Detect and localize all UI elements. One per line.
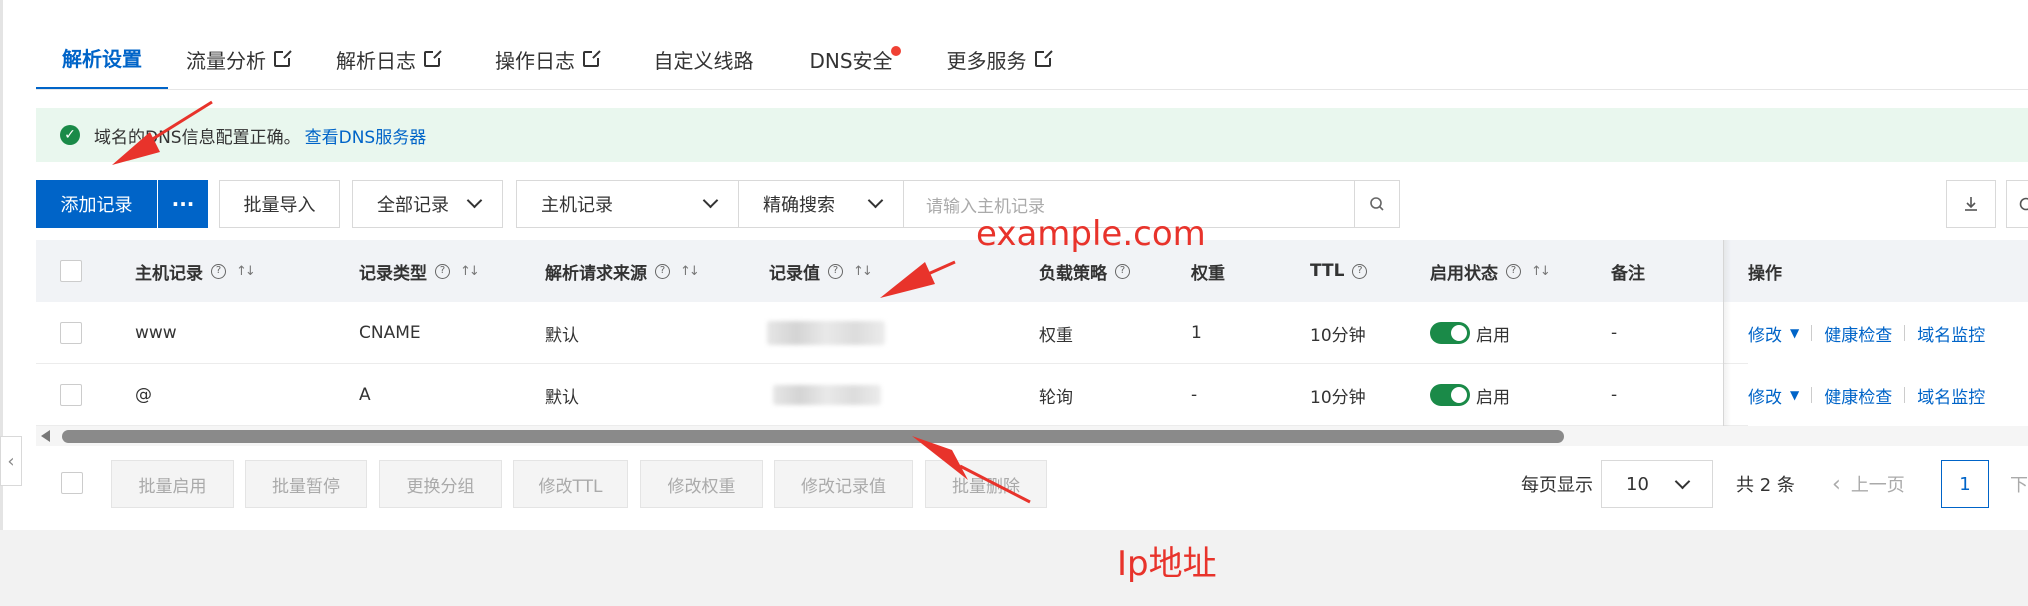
arrow-to-ip-value <box>912 436 1031 504</box>
arrow-to-add-button <box>112 100 213 165</box>
arrow-to-record-value <box>880 260 956 298</box>
annotation-example-domain: example.com <box>976 214 1206 254</box>
annotation-ip-address: Ip地址 <box>1117 544 1217 584</box>
annotation-arrows <box>112 100 1031 504</box>
